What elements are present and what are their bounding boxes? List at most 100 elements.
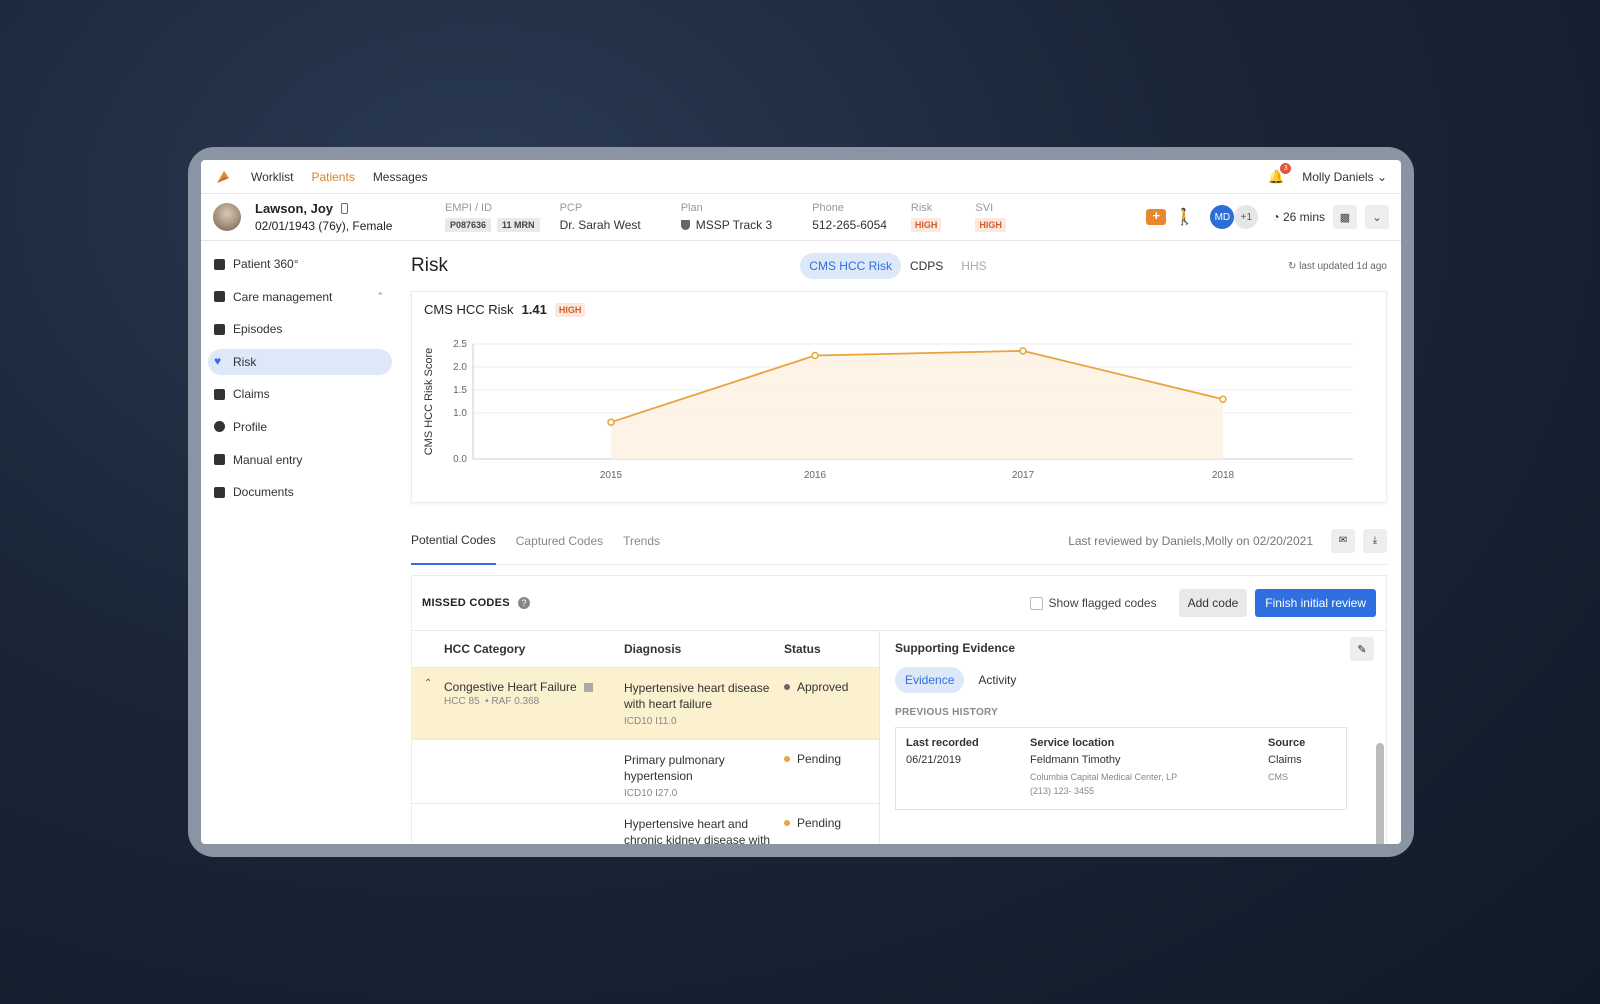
sidebar-item-care-management[interactable]: Care management ⌃ (208, 284, 392, 310)
fall-risk-icon[interactable]: 🚶 (1174, 207, 1194, 227)
table-row[interactable]: Hypertensive heart and chronic kidney di… (412, 804, 879, 844)
sidebar-item-episodes[interactable]: Episodes (208, 316, 392, 342)
tab-activity[interactable]: Activity (968, 667, 1026, 693)
y-tick-label: 0.0 (453, 454, 467, 465)
help-icon[interactable]: ? (517, 597, 530, 609)
heart-icon: ♥ (214, 354, 222, 369)
svi-badge: HIGH (975, 218, 1006, 232)
patient-icon (214, 258, 225, 270)
phone-block: Phone 512-265-6054 (812, 202, 887, 232)
col-diagnosis: Diagnosis (624, 642, 682, 656)
plan-label: Plan (680, 202, 703, 214)
empi-label: EMPI / ID (445, 202, 493, 214)
sidebar-item-label: Episodes (233, 322, 283, 337)
care-team-avatar[interactable]: MD (1210, 205, 1235, 229)
tab-cms-hcc-risk[interactable]: CMS HCC Risk (800, 253, 901, 279)
risk-line-chart: 0.0 1.0 1.5 2.0 2.5 CMS HCC Risk Score 2015 201… (423, 339, 1353, 481)
expand-button[interactable]: ⌄ (1365, 205, 1389, 229)
sidebar-item-manual-entry[interactable]: Manual entry (208, 447, 392, 473)
sidebar-item-claims[interactable]: Claims (208, 381, 392, 407)
show-flagged-toggle[interactable]: Show flagged codes (1029, 596, 1157, 610)
icd-code: ICD10 I11.0 (624, 716, 677, 727)
tab-trends[interactable]: Trends (623, 517, 660, 565)
tab-captured-codes[interactable]: Captured Codes (516, 517, 603, 565)
previous-history-label: PREVIOUS HISTORY (895, 707, 999, 718)
risk-level-badge: HIGH (554, 302, 586, 317)
service-location-phone: (213) 123- 3455 (1030, 786, 1095, 796)
email-button[interactable]: ✉ (1331, 528, 1355, 553)
tab-evidence[interactable]: Evidence (895, 667, 965, 693)
data-point (1019, 347, 1027, 355)
sidebar-item-profile[interactable]: Profile (208, 414, 392, 440)
nav-worklist[interactable]: Worklist (251, 170, 293, 184)
main-content: Risk CMS HCC Risk CDPS HHS ↻ last update… (411, 241, 1387, 844)
patient-header: Lawson, Joy 02/01/1943 (76y), Female EMP… (201, 194, 1401, 241)
col-hcc-category: HCC Category (444, 642, 526, 656)
tab-potential-codes[interactable]: Potential Codes (411, 517, 496, 565)
flagged-label: Show flagged codes (1048, 596, 1157, 610)
last-updated: ↻ last updated 1d ago (1288, 261, 1387, 272)
status-dot (784, 684, 790, 690)
sidebar-item-documents[interactable]: Documents (208, 479, 392, 505)
chat-icon: ▩ (1339, 211, 1351, 224)
history-record: Last recorded 06/21/2019 Service locatio… (895, 727, 1347, 810)
add-code-button[interactable]: Add code (1178, 589, 1248, 617)
folder-icon (214, 486, 225, 498)
timer: ◔ 26 mins (1272, 210, 1325, 224)
top-nav: Worklist Patients Messages 🔔 3 Molly Dan… (201, 160, 1401, 194)
episodes-icon (214, 323, 225, 335)
download-icon: ⤓ (1372, 535, 1378, 546)
risk-label: Risk (910, 202, 933, 214)
table-row[interactable]: ⌃ Congestive Heart Failure HCC 85 • RAF … (412, 668, 879, 740)
status-text: Approved (797, 680, 849, 694)
plan-value: MSSP Track 3 (695, 218, 773, 232)
tab-hhs[interactable]: HHS (952, 253, 995, 279)
finish-review-button[interactable]: Finish initial review (1255, 589, 1376, 617)
raf-value: RAF 0.368 (491, 696, 540, 707)
nav-messages[interactable]: Messages (373, 170, 428, 184)
diagnosis: Hypertensive heart and chronic kidney di… (624, 817, 771, 844)
chevron-down-icon: ⌄ (1372, 211, 1382, 224)
edit-doc-icon (214, 454, 225, 466)
status-text: Pending (797, 816, 842, 830)
shield-icon (680, 220, 690, 230)
mail-icon: ✉ (1338, 535, 1348, 546)
source-value: Claims (1268, 754, 1302, 766)
download-button[interactable]: ⤓ (1363, 528, 1387, 553)
chevron-up-icon: ⌃ (376, 291, 384, 302)
flagged-checkbox[interactable] (1029, 596, 1043, 610)
tab-cdps[interactable]: CDPS (901, 253, 952, 279)
source-sub: CMS (1268, 772, 1288, 782)
evidence-title: Supporting Evidence (895, 641, 1016, 655)
codes-table: HCC Category Diagnosis Status ⌃ Congesti… (412, 631, 880, 844)
medical-kit-icon[interactable] (1146, 208, 1167, 225)
y-tick-label: 2.5 (453, 339, 467, 350)
edit-button[interactable]: ✎ (1350, 637, 1374, 661)
table-row[interactable]: Primary pulmonary hypertension ICD10 I27.… (412, 740, 879, 804)
chat-button[interactable]: ▩ (1333, 205, 1357, 229)
profile-icon (214, 421, 225, 433)
nav-patients[interactable]: Patients (311, 170, 354, 184)
sidebar-item-risk[interactable]: ♥ Risk (208, 348, 392, 375)
service-location-facility: Columbia Capital Medical Center, LP (1030, 772, 1178, 782)
sidebar-item-label: Documents (233, 485, 294, 500)
status-dot (784, 820, 790, 826)
sidebar-item-label: Profile (233, 419, 268, 434)
data-point (607, 418, 615, 426)
patient-identity: Lawson, Joy 02/01/1943 (76y), Female (255, 201, 445, 233)
pcp-block: PCP Dr. Sarah West (560, 202, 641, 232)
user-menu[interactable]: Molly Daniels ⌄ (1302, 170, 1387, 184)
notifications-button[interactable]: 🔔 3 (1268, 162, 1292, 185)
logo (217, 170, 229, 183)
care-team-more[interactable]: +1 (1234, 205, 1259, 229)
x-tick-label: 2017 (1012, 470, 1035, 481)
service-location-label: Service location (1030, 737, 1115, 749)
info-icon (584, 683, 594, 692)
scrollbar[interactable] (1376, 743, 1384, 844)
sidebar-item-patient-360[interactable]: Patient 360° (208, 251, 392, 277)
diagnosis: Primary pulmonary hypertension (624, 753, 725, 783)
chevron-up-icon[interactable]: ⌃ (424, 678, 432, 689)
diagnosis: Hypertensive heart disease with heart fa… (624, 681, 770, 711)
code-tabs: Potential Codes Captured Codes Trends La… (411, 517, 1387, 565)
sidebar-item-label: Claims (233, 387, 270, 402)
